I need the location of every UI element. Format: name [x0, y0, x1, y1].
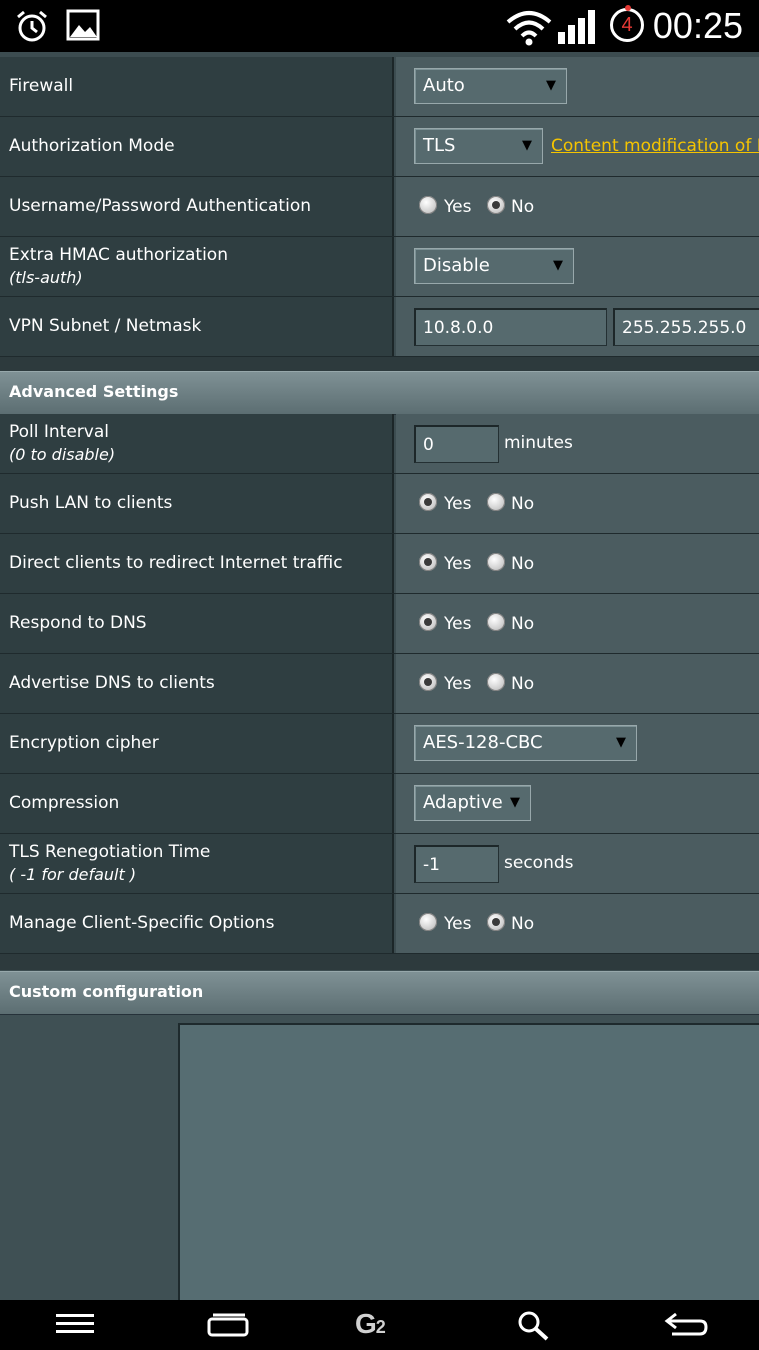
tls-renegotiation-row: TLS Renegotiation Time ( -1 for default … — [0, 834, 759, 894]
recent-apps-button[interactable] — [178, 1300, 278, 1350]
redirect-traffic-yes-label: Yes — [444, 554, 472, 574]
push-lan-yes-radio[interactable] — [419, 493, 437, 511]
firewall-label: Firewall — [9, 76, 74, 96]
tls-renegotiation-input[interactable]: -1 — [414, 845, 499, 883]
extra-hmac-label: Extra HMAC authorization — [9, 245, 228, 265]
navigation-bar: G2 — [0, 1300, 759, 1350]
client-specific-label: Manage Client-Specific Options — [9, 913, 275, 933]
wifi-icon — [506, 10, 552, 50]
client-specific-yes-radio[interactable] — [419, 913, 437, 931]
compression-row: Compression Adaptive ▼ — [0, 774, 759, 834]
user-pass-auth-yes-label: Yes — [444, 197, 472, 217]
back-icon — [664, 1310, 710, 1342]
redirect-traffic-no-label: No — [511, 554, 535, 574]
advertise-dns-no-label: No — [511, 674, 535, 694]
custom-configuration-area — [0, 1015, 759, 1300]
firewall-row: Firewall Auto ▼ — [0, 57, 759, 117]
poll-interval-input[interactable]: 0 — [414, 425, 499, 463]
user-pass-auth-yes-radio[interactable] — [419, 196, 437, 214]
status-bar: 4 00:25 — [0, 0, 759, 52]
respond-dns-no-label: No — [511, 614, 535, 634]
clock: 00:25 — [652, 5, 743, 46]
push-lan-label: Push LAN to clients — [9, 493, 173, 513]
dropdown-arrow-icon: ▼ — [546, 78, 556, 93]
advertise-dns-label: Advertise DNS to clients — [9, 673, 215, 693]
user-pass-auth-no-radio[interactable] — [487, 196, 505, 214]
dropdown-arrow-icon: ▼ — [510, 795, 520, 810]
extra-hmac-sublabel: (tls-auth) — [9, 268, 83, 287]
vpn-subnet-label: VPN Subnet / Netmask — [9, 316, 202, 336]
menu-icon — [56, 1313, 96, 1339]
alarm-icon — [14, 8, 50, 48]
search-icon — [516, 1310, 550, 1346]
lg-g2-logo: G2 — [355, 1308, 386, 1339]
respond-dns-yes-radio[interactable] — [419, 613, 437, 631]
client-specific-no-radio[interactable] — [487, 913, 505, 931]
extra-hmac-select[interactable]: Disable ▼ — [414, 248, 574, 284]
user-pass-auth-no-label: No — [511, 197, 535, 217]
notification-count-badge: 4 — [610, 5, 644, 42]
extra-hmac-row: Extra HMAC authorization (tls-auth) Disa… — [0, 237, 759, 297]
vpn-subnet-row: VPN Subnet / Netmask 10.8.0.0 255.255.25… — [0, 297, 759, 357]
authorization-mode-row: Authorization Mode TLS ▼ Content modific… — [0, 117, 759, 177]
respond-dns-row: Respond to DNS Yes No — [0, 594, 759, 654]
client-specific-no-label: No — [511, 914, 535, 934]
authorization-mode-label: Authorization Mode — [9, 136, 175, 156]
tls-renegotiation-unit: seconds — [504, 853, 574, 873]
encryption-cipher-label: Encryption cipher — [9, 733, 159, 753]
redirect-traffic-no-radio[interactable] — [487, 553, 505, 571]
redirect-traffic-label: Direct clients to redirect Internet traf… — [9, 553, 343, 573]
dropdown-arrow-icon: ▼ — [616, 735, 626, 750]
dropdown-arrow-icon: ▼ — [553, 258, 563, 273]
poll-interval-unit: minutes — [504, 433, 573, 453]
poll-interval-label: Poll Interval — [9, 422, 109, 442]
poll-interval-sublabel: (0 to disable) — [9, 445, 116, 464]
respond-dns-yes-label: Yes — [444, 614, 472, 634]
signal-icon — [556, 6, 600, 50]
redirect-traffic-row: Direct clients to redirect Internet traf… — [0, 534, 759, 594]
advertise-dns-yes-radio[interactable] — [419, 673, 437, 691]
push-lan-row: Push LAN to clients Yes No — [0, 474, 759, 534]
encryption-cipher-select[interactable]: AES-128-CBC ▼ — [414, 725, 637, 761]
search-button[interactable] — [482, 1300, 582, 1350]
tls-renegotiation-sublabel: ( -1 for default ) — [9, 865, 137, 884]
back-button[interactable] — [636, 1300, 736, 1350]
custom-configuration-header: Custom configuration — [0, 971, 759, 1015]
recent-apps-icon — [207, 1312, 251, 1342]
advanced-settings-header: Advanced Settings — [0, 371, 759, 415]
custom-configuration-textarea[interactable] — [178, 1023, 759, 1300]
advertise-dns-row: Advertise DNS to clients Yes No — [0, 654, 759, 714]
user-pass-auth-row: Username/Password Authentication Yes No — [0, 177, 759, 237]
respond-dns-label: Respond to DNS — [9, 613, 147, 633]
redirect-traffic-yes-radio[interactable] — [419, 553, 437, 571]
compression-label: Compression — [9, 793, 120, 813]
vpn-netmask-input[interactable]: 255.255.255.0 — [613, 308, 759, 346]
custom-configuration-title: Custom configuration — [9, 982, 204, 1001]
dropdown-arrow-icon: ▼ — [522, 138, 532, 153]
advanced-settings-title: Advanced Settings — [9, 382, 179, 401]
compression-select[interactable]: Adaptive ▼ — [414, 785, 531, 821]
push-lan-yes-label: Yes — [444, 494, 472, 514]
advertise-dns-yes-label: Yes — [444, 674, 472, 694]
content-modification-link[interactable]: Content modification of K — [551, 136, 759, 156]
poll-interval-row: Poll Interval (0 to disable) 0 minutes — [0, 414, 759, 474]
advertise-dns-no-radio[interactable] — [487, 673, 505, 691]
vpn-subnet-input[interactable]: 10.8.0.0 — [414, 308, 607, 346]
gallery-icon — [66, 8, 100, 46]
user-pass-auth-label: Username/Password Authentication — [9, 196, 311, 216]
client-specific-yes-label: Yes — [444, 914, 472, 934]
firewall-select[interactable]: Auto ▼ — [414, 68, 567, 104]
menu-button[interactable] — [26, 1300, 126, 1350]
respond-dns-no-radio[interactable] — [487, 613, 505, 631]
authorization-mode-select[interactable]: TLS ▼ — [414, 128, 543, 164]
push-lan-no-radio[interactable] — [487, 493, 505, 511]
push-lan-no-label: No — [511, 494, 535, 514]
vpn-settings-page: Firewall Auto ▼ Authorization Mode TLS ▼… — [0, 52, 759, 1300]
client-specific-row: Manage Client-Specific Options Yes No — [0, 894, 759, 954]
encryption-cipher-row: Encryption cipher AES-128-CBC ▼ — [0, 714, 759, 774]
tls-renegotiation-label: TLS Renegotiation Time — [9, 842, 211, 862]
